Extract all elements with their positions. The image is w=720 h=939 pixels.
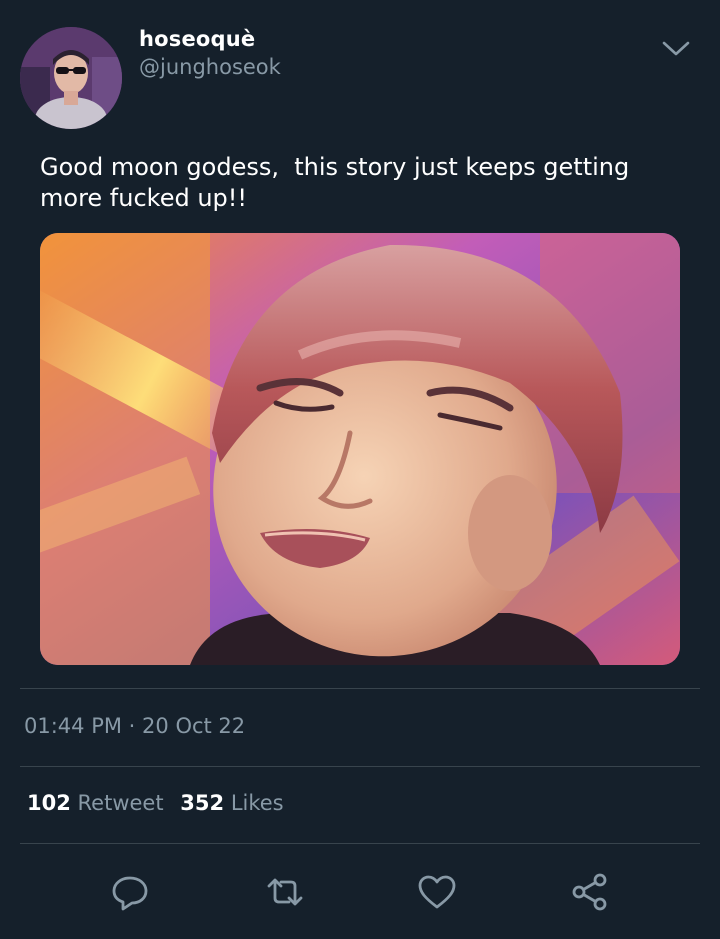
retweet-button[interactable] bbox=[259, 866, 311, 918]
chevron-down-icon[interactable] bbox=[660, 36, 692, 60]
avatar[interactable] bbox=[20, 27, 122, 129]
tweet-media-image[interactable] bbox=[40, 233, 680, 665]
divider-top bbox=[20, 688, 700, 689]
avatar-photo bbox=[20, 27, 122, 129]
like-button[interactable] bbox=[411, 866, 463, 918]
divider-middle bbox=[20, 766, 700, 767]
like-count: 352 bbox=[180, 791, 225, 815]
divider-bottom bbox=[20, 843, 700, 844]
tweet-timestamp[interactable]: 01:44 PM · 20 Oct 22 bbox=[24, 714, 245, 738]
tweet-stats: 102 Retweet 352 Likes bbox=[27, 791, 284, 815]
tweet-detail: hoseoquè @junghoseok Good moon godess, t… bbox=[0, 0, 720, 939]
share-icon bbox=[572, 873, 607, 911]
retweet-icon bbox=[267, 878, 303, 906]
retweet-count: 102 bbox=[27, 791, 71, 815]
crying-face-photo bbox=[40, 233, 680, 665]
timestamp-separator: · bbox=[128, 714, 136, 738]
tweet-date: 20 Oct 22 bbox=[142, 714, 246, 738]
display-name[interactable]: hoseoquè bbox=[139, 27, 255, 51]
reply-icon bbox=[112, 876, 148, 911]
like-stat[interactable]: 352 Likes bbox=[180, 791, 283, 815]
tweet-time: 01:44 PM bbox=[24, 714, 122, 738]
retweet-label: Retweet bbox=[77, 791, 164, 815]
reply-button[interactable] bbox=[104, 866, 156, 918]
user-handle[interactable]: @junghoseok bbox=[139, 55, 281, 79]
like-label: Likes bbox=[230, 791, 284, 815]
tweet-text: Good moon godess, this story just keeps … bbox=[40, 153, 637, 212]
retweet-stat[interactable]: 102 Retweet bbox=[27, 791, 170, 815]
share-button[interactable] bbox=[564, 866, 616, 918]
heart-icon bbox=[418, 875, 456, 909]
